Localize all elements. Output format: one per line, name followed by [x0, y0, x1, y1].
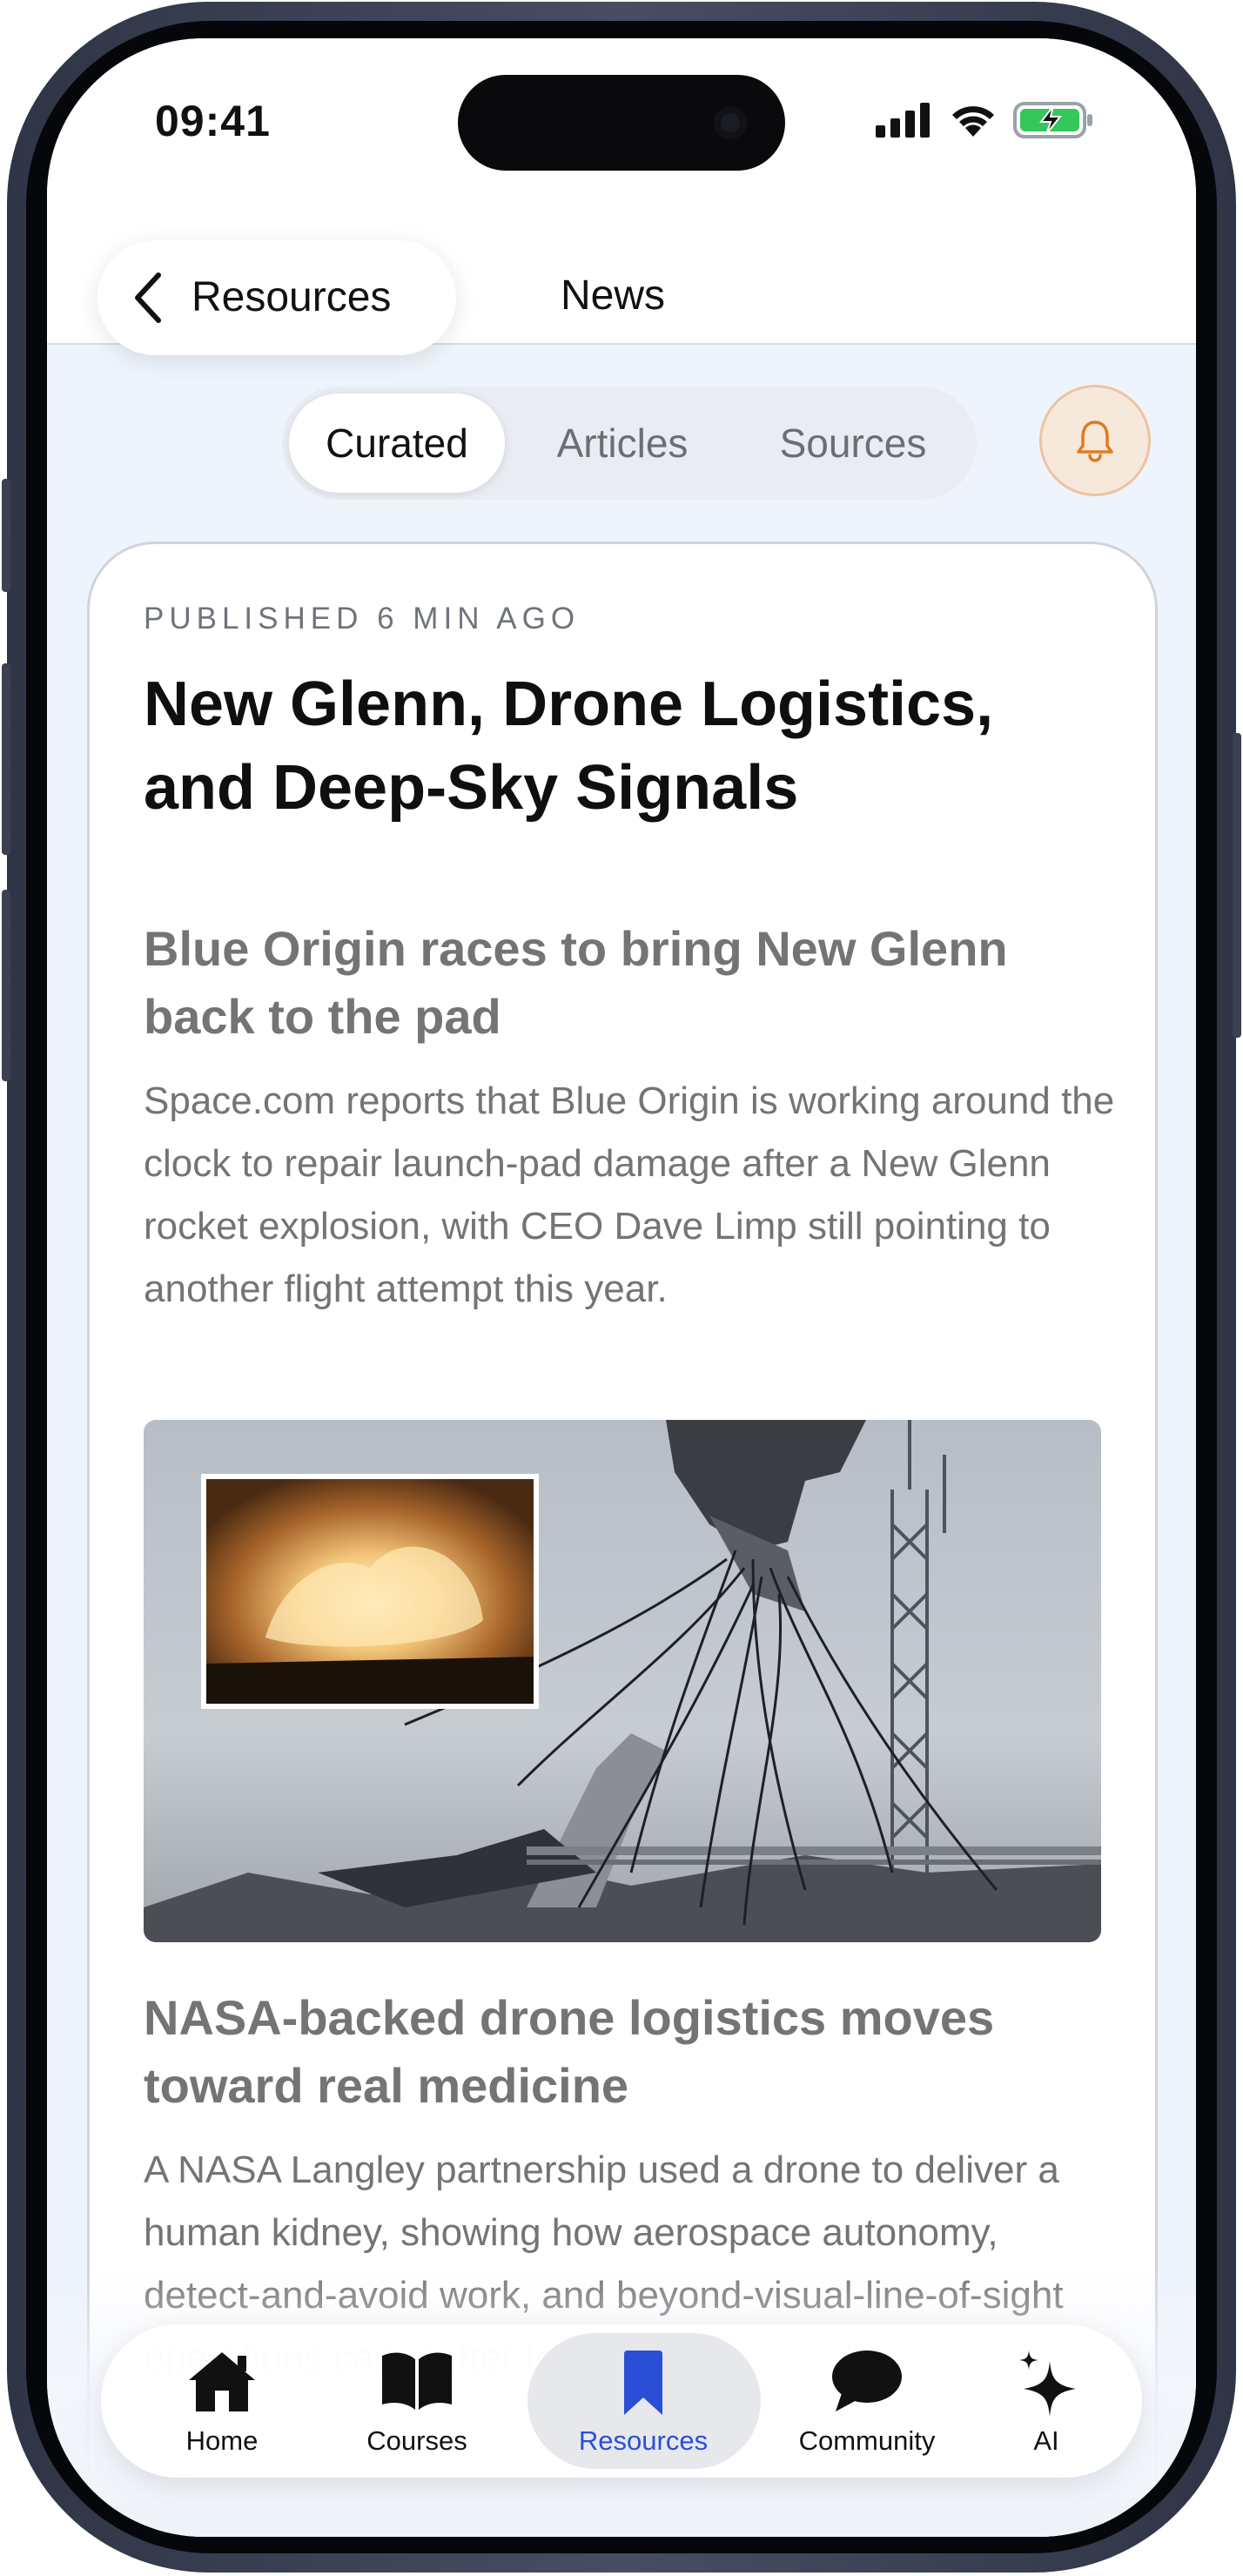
tab-label: Resources	[578, 2425, 709, 2456]
power-button	[1233, 733, 1241, 1038]
segment-curated[interactable]: Curated	[289, 393, 505, 493]
launch-pad-debris-photo	[144, 1420, 1101, 1942]
wifi-icon	[952, 106, 994, 137]
segment-sources[interactable]: Sources	[738, 393, 968, 493]
volume-down-button	[2, 890, 10, 1081]
bookmark-icon	[624, 2351, 662, 2415]
tab-courses[interactable]: Courses	[326, 2324, 508, 2478]
chat-bubble-icon	[832, 2351, 902, 2411]
action-button	[2, 479, 10, 592]
tab-home[interactable]: Home	[131, 2324, 313, 2478]
sparkles-icon	[1019, 2351, 1076, 2417]
status-bar: 09:41	[47, 38, 1196, 195]
article-headline[interactable]: NASA-backed drone logistics moves toward…	[144, 1984, 1119, 2120]
book-icon	[382, 2352, 452, 2410]
status-icons	[876, 101, 1093, 139]
tab-label: AI	[1033, 2425, 1059, 2456]
tab-ai[interactable]: AI	[968, 2324, 1125, 2478]
dynamic-island	[458, 75, 785, 171]
segmented-control: Curated Articles Sources	[282, 387, 977, 500]
cellular-signal-icon	[876, 103, 930, 138]
status-time: 09:41	[155, 97, 271, 145]
article-headline[interactable]: Blue Origin races to bring New Glenn bac…	[144, 915, 1119, 1051]
notifications-button[interactable]	[1039, 385, 1151, 496]
volume-up-button	[2, 663, 10, 855]
home-icon	[189, 2352, 255, 2411]
article-summary: Space.com reports that Blue Origin is wo…	[144, 1079, 1115, 1310]
back-button-label: Resources	[191, 274, 392, 320]
screen: 09:41 Resources News Curated Articles So…	[47, 38, 1196, 2537]
nav-header: Resources News	[47, 195, 1196, 355]
article-image[interactable]	[144, 1420, 1101, 1942]
battery-charging-icon	[1013, 102, 1092, 138]
digest-title: New Glenn, Drone Logistics, and Deep-Sky…	[144, 669, 994, 823]
chevron-left-icon	[135, 272, 161, 323]
tab-community[interactable]: Community	[775, 2324, 959, 2478]
back-button[interactable]: Resources	[97, 240, 456, 355]
tab-label: Home	[185, 2425, 259, 2456]
published-timestamp: PUBLISHED 6 MIN AGO	[144, 602, 581, 636]
tab-label: Community	[798, 2425, 936, 2456]
bell-icon	[1077, 420, 1113, 462]
page-title: News	[561, 272, 666, 319]
tab-bar: Home Courses Resources Community AI	[101, 2324, 1142, 2478]
tab-resources[interactable]: Resources	[521, 2324, 766, 2478]
front-camera-icon	[714, 106, 747, 139]
segment-articles[interactable]: Articles	[514, 393, 731, 493]
digest-card[interactable]: PUBLISHED 6 MIN AGO New Glenn, Drone Log…	[87, 541, 1158, 2537]
tab-label: Courses	[366, 2425, 467, 2456]
